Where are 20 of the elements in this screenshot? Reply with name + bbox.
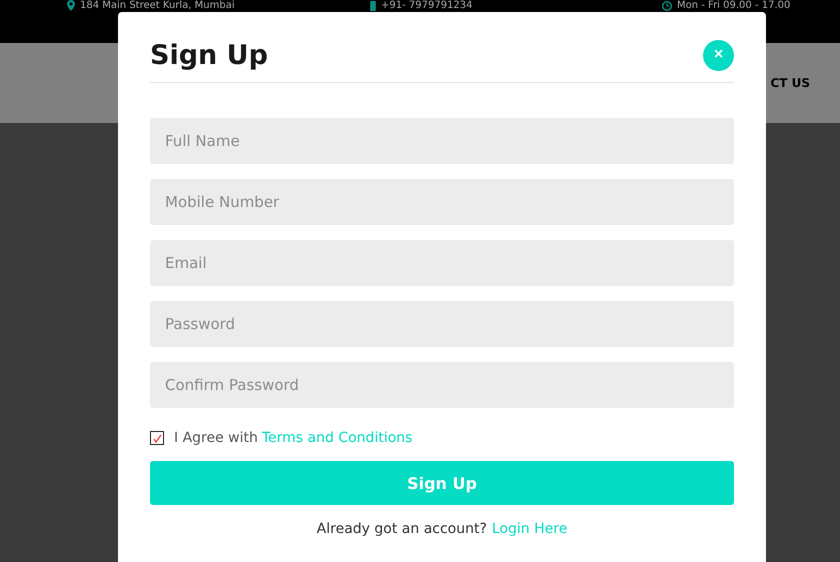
input-field[interactable]: Confirm Password	[150, 362, 734, 408]
input-field[interactable]: Mobile Number	[150, 179, 734, 225]
sign-up-button[interactable]: Sign Up	[150, 461, 734, 505]
close-button[interactable]: ×	[703, 40, 734, 70]
input-field[interactable]: Full Name	[150, 118, 734, 164]
terms-link[interactable]: Terms and Conditions	[262, 430, 412, 446]
agree-checkbox[interactable]	[150, 431, 164, 445]
login-link[interactable]: Login Here	[492, 521, 568, 537]
clock-icon	[662, 0, 672, 10]
agree-label: I Agree with	[174, 430, 258, 446]
phone-icon	[370, 0, 376, 10]
contact-info-text: 184 Main Street Kurla, Mumbai	[80, 0, 235, 11]
map-pin-icon	[67, 0, 75, 11]
contact-info-text: +91- 7979791234	[381, 0, 473, 11]
contact-info-text: Mon - Fri 09.00 - 17.00	[677, 0, 790, 11]
login-prompt: Already got an account?	[316, 521, 487, 537]
input-field[interactable]: Password	[150, 301, 734, 347]
input-field[interactable]: Email	[150, 240, 734, 286]
dialog-title: Sign Up	[150, 40, 268, 70]
nav-link[interactable]: CT US	[770, 76, 810, 90]
